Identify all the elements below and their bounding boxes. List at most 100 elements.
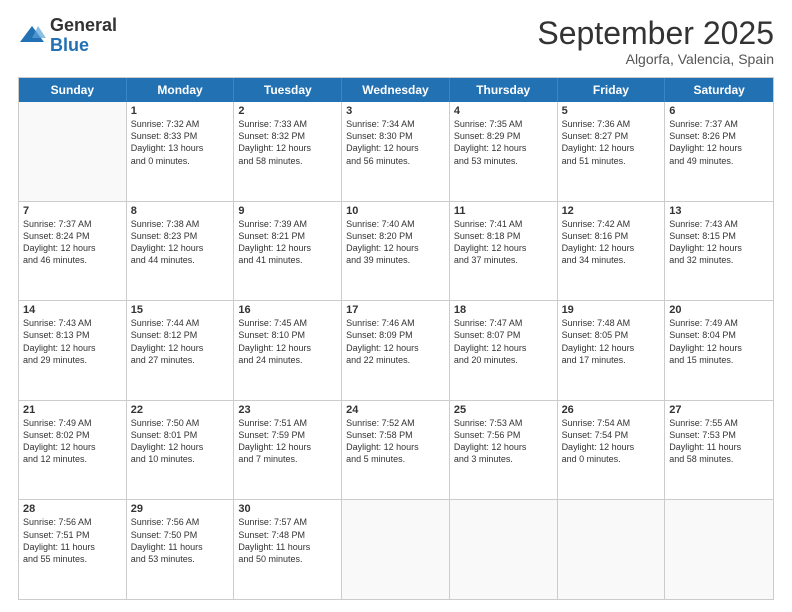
day-info: Sunrise: 7:51 AM Sunset: 7:59 PM Dayligh… (238, 417, 337, 466)
day-info: Sunrise: 7:49 AM Sunset: 8:04 PM Dayligh… (669, 317, 769, 366)
week-row-2: 7Sunrise: 7:37 AM Sunset: 8:24 PM Daylig… (19, 202, 773, 302)
day-number: 30 (238, 503, 337, 515)
day-cell-30: 30Sunrise: 7:57 AM Sunset: 7:48 PM Dayli… (234, 500, 342, 599)
day-cell-13: 13Sunrise: 7:43 AM Sunset: 8:15 PM Dayli… (665, 202, 773, 301)
header-day-wednesday: Wednesday (342, 78, 450, 102)
day-number: 22 (131, 404, 230, 416)
day-info: Sunrise: 7:56 AM Sunset: 7:50 PM Dayligh… (131, 516, 230, 565)
logo-general: General (50, 16, 117, 36)
day-number: 15 (131, 304, 230, 316)
day-info: Sunrise: 7:45 AM Sunset: 8:10 PM Dayligh… (238, 317, 337, 366)
day-cell-21: 21Sunrise: 7:49 AM Sunset: 8:02 PM Dayli… (19, 401, 127, 500)
day-number: 26 (562, 404, 661, 416)
day-number: 18 (454, 304, 553, 316)
day-cell-26: 26Sunrise: 7:54 AM Sunset: 7:54 PM Dayli… (558, 401, 666, 500)
empty-cell (558, 500, 666, 599)
day-cell-1: 1Sunrise: 7:32 AM Sunset: 8:33 PM Daylig… (127, 102, 235, 201)
calendar: SundayMondayTuesdayWednesdayThursdayFrid… (18, 77, 774, 600)
day-info: Sunrise: 7:49 AM Sunset: 8:02 PM Dayligh… (23, 417, 122, 466)
day-info: Sunrise: 7:48 AM Sunset: 8:05 PM Dayligh… (562, 317, 661, 366)
day-number: 28 (23, 503, 122, 515)
logo: General Blue (18, 16, 117, 56)
day-cell-25: 25Sunrise: 7:53 AM Sunset: 7:56 PM Dayli… (450, 401, 558, 500)
day-cell-11: 11Sunrise: 7:41 AM Sunset: 8:18 PM Dayli… (450, 202, 558, 301)
day-info: Sunrise: 7:37 AM Sunset: 8:26 PM Dayligh… (669, 118, 769, 167)
day-info: Sunrise: 7:33 AM Sunset: 8:32 PM Dayligh… (238, 118, 337, 167)
day-info: Sunrise: 7:43 AM Sunset: 8:13 PM Dayligh… (23, 317, 122, 366)
day-number: 14 (23, 304, 122, 316)
header-day-saturday: Saturday (665, 78, 773, 102)
day-info: Sunrise: 7:52 AM Sunset: 7:58 PM Dayligh… (346, 417, 445, 466)
calendar-body: 1Sunrise: 7:32 AM Sunset: 8:33 PM Daylig… (19, 102, 773, 599)
day-info: Sunrise: 7:34 AM Sunset: 8:30 PM Dayligh… (346, 118, 445, 167)
day-number: 2 (238, 105, 337, 117)
day-cell-23: 23Sunrise: 7:51 AM Sunset: 7:59 PM Dayli… (234, 401, 342, 500)
day-cell-18: 18Sunrise: 7:47 AM Sunset: 8:07 PM Dayli… (450, 301, 558, 400)
day-cell-12: 12Sunrise: 7:42 AM Sunset: 8:16 PM Dayli… (558, 202, 666, 301)
logo-blue: Blue (50, 36, 117, 56)
day-info: Sunrise: 7:53 AM Sunset: 7:56 PM Dayligh… (454, 417, 553, 466)
header-day-sunday: Sunday (19, 78, 127, 102)
day-cell-22: 22Sunrise: 7:50 AM Sunset: 8:01 PM Dayli… (127, 401, 235, 500)
day-number: 1 (131, 105, 230, 117)
day-cell-7: 7Sunrise: 7:37 AM Sunset: 8:24 PM Daylig… (19, 202, 127, 301)
day-info: Sunrise: 7:43 AM Sunset: 8:15 PM Dayligh… (669, 218, 769, 267)
day-number: 7 (23, 205, 122, 217)
day-number: 4 (454, 105, 553, 117)
day-cell-24: 24Sunrise: 7:52 AM Sunset: 7:58 PM Dayli… (342, 401, 450, 500)
day-info: Sunrise: 7:46 AM Sunset: 8:09 PM Dayligh… (346, 317, 445, 366)
logo-text: General Blue (50, 16, 117, 56)
day-cell-17: 17Sunrise: 7:46 AM Sunset: 8:09 PM Dayli… (342, 301, 450, 400)
day-cell-14: 14Sunrise: 7:43 AM Sunset: 8:13 PM Dayli… (19, 301, 127, 400)
day-cell-19: 19Sunrise: 7:48 AM Sunset: 8:05 PM Dayli… (558, 301, 666, 400)
day-number: 12 (562, 205, 661, 217)
day-info: Sunrise: 7:35 AM Sunset: 8:29 PM Dayligh… (454, 118, 553, 167)
week-row-4: 21Sunrise: 7:49 AM Sunset: 8:02 PM Dayli… (19, 401, 773, 501)
day-info: Sunrise: 7:37 AM Sunset: 8:24 PM Dayligh… (23, 218, 122, 267)
day-number: 20 (669, 304, 769, 316)
calendar-subtitle: Algorfa, Valencia, Spain (537, 51, 774, 67)
day-cell-3: 3Sunrise: 7:34 AM Sunset: 8:30 PM Daylig… (342, 102, 450, 201)
day-number: 5 (562, 105, 661, 117)
title-section: September 2025 Algorfa, Valencia, Spain (537, 16, 774, 67)
day-number: 21 (23, 404, 122, 416)
day-number: 23 (238, 404, 337, 416)
day-cell-16: 16Sunrise: 7:45 AM Sunset: 8:10 PM Dayli… (234, 301, 342, 400)
day-cell-5: 5Sunrise: 7:36 AM Sunset: 8:27 PM Daylig… (558, 102, 666, 201)
day-number: 13 (669, 205, 769, 217)
day-info: Sunrise: 7:57 AM Sunset: 7:48 PM Dayligh… (238, 516, 337, 565)
calendar-header: SundayMondayTuesdayWednesdayThursdayFrid… (19, 78, 773, 102)
day-cell-4: 4Sunrise: 7:35 AM Sunset: 8:29 PM Daylig… (450, 102, 558, 201)
logo-icon (18, 22, 46, 50)
day-info: Sunrise: 7:42 AM Sunset: 8:16 PM Dayligh… (562, 218, 661, 267)
header-day-thursday: Thursday (450, 78, 558, 102)
day-cell-27: 27Sunrise: 7:55 AM Sunset: 7:53 PM Dayli… (665, 401, 773, 500)
day-info: Sunrise: 7:39 AM Sunset: 8:21 PM Dayligh… (238, 218, 337, 267)
day-number: 17 (346, 304, 445, 316)
day-number: 24 (346, 404, 445, 416)
week-row-1: 1Sunrise: 7:32 AM Sunset: 8:33 PM Daylig… (19, 102, 773, 202)
day-number: 29 (131, 503, 230, 515)
day-number: 11 (454, 205, 553, 217)
page: General Blue September 2025 Algorfa, Val… (0, 0, 792, 612)
day-info: Sunrise: 7:54 AM Sunset: 7:54 PM Dayligh… (562, 417, 661, 466)
header: General Blue September 2025 Algorfa, Val… (18, 16, 774, 67)
day-number: 10 (346, 205, 445, 217)
empty-cell (665, 500, 773, 599)
day-number: 9 (238, 205, 337, 217)
day-info: Sunrise: 7:44 AM Sunset: 8:12 PM Dayligh… (131, 317, 230, 366)
day-cell-29: 29Sunrise: 7:56 AM Sunset: 7:50 PM Dayli… (127, 500, 235, 599)
day-cell-10: 10Sunrise: 7:40 AM Sunset: 8:20 PM Dayli… (342, 202, 450, 301)
day-cell-20: 20Sunrise: 7:49 AM Sunset: 8:04 PM Dayli… (665, 301, 773, 400)
day-info: Sunrise: 7:50 AM Sunset: 8:01 PM Dayligh… (131, 417, 230, 466)
week-row-5: 28Sunrise: 7:56 AM Sunset: 7:51 PM Dayli… (19, 500, 773, 599)
day-info: Sunrise: 7:47 AM Sunset: 8:07 PM Dayligh… (454, 317, 553, 366)
day-number: 25 (454, 404, 553, 416)
day-number: 6 (669, 105, 769, 117)
day-info: Sunrise: 7:36 AM Sunset: 8:27 PM Dayligh… (562, 118, 661, 167)
empty-cell (342, 500, 450, 599)
day-cell-15: 15Sunrise: 7:44 AM Sunset: 8:12 PM Dayli… (127, 301, 235, 400)
day-info: Sunrise: 7:56 AM Sunset: 7:51 PM Dayligh… (23, 516, 122, 565)
day-cell-2: 2Sunrise: 7:33 AM Sunset: 8:32 PM Daylig… (234, 102, 342, 201)
empty-cell (19, 102, 127, 201)
